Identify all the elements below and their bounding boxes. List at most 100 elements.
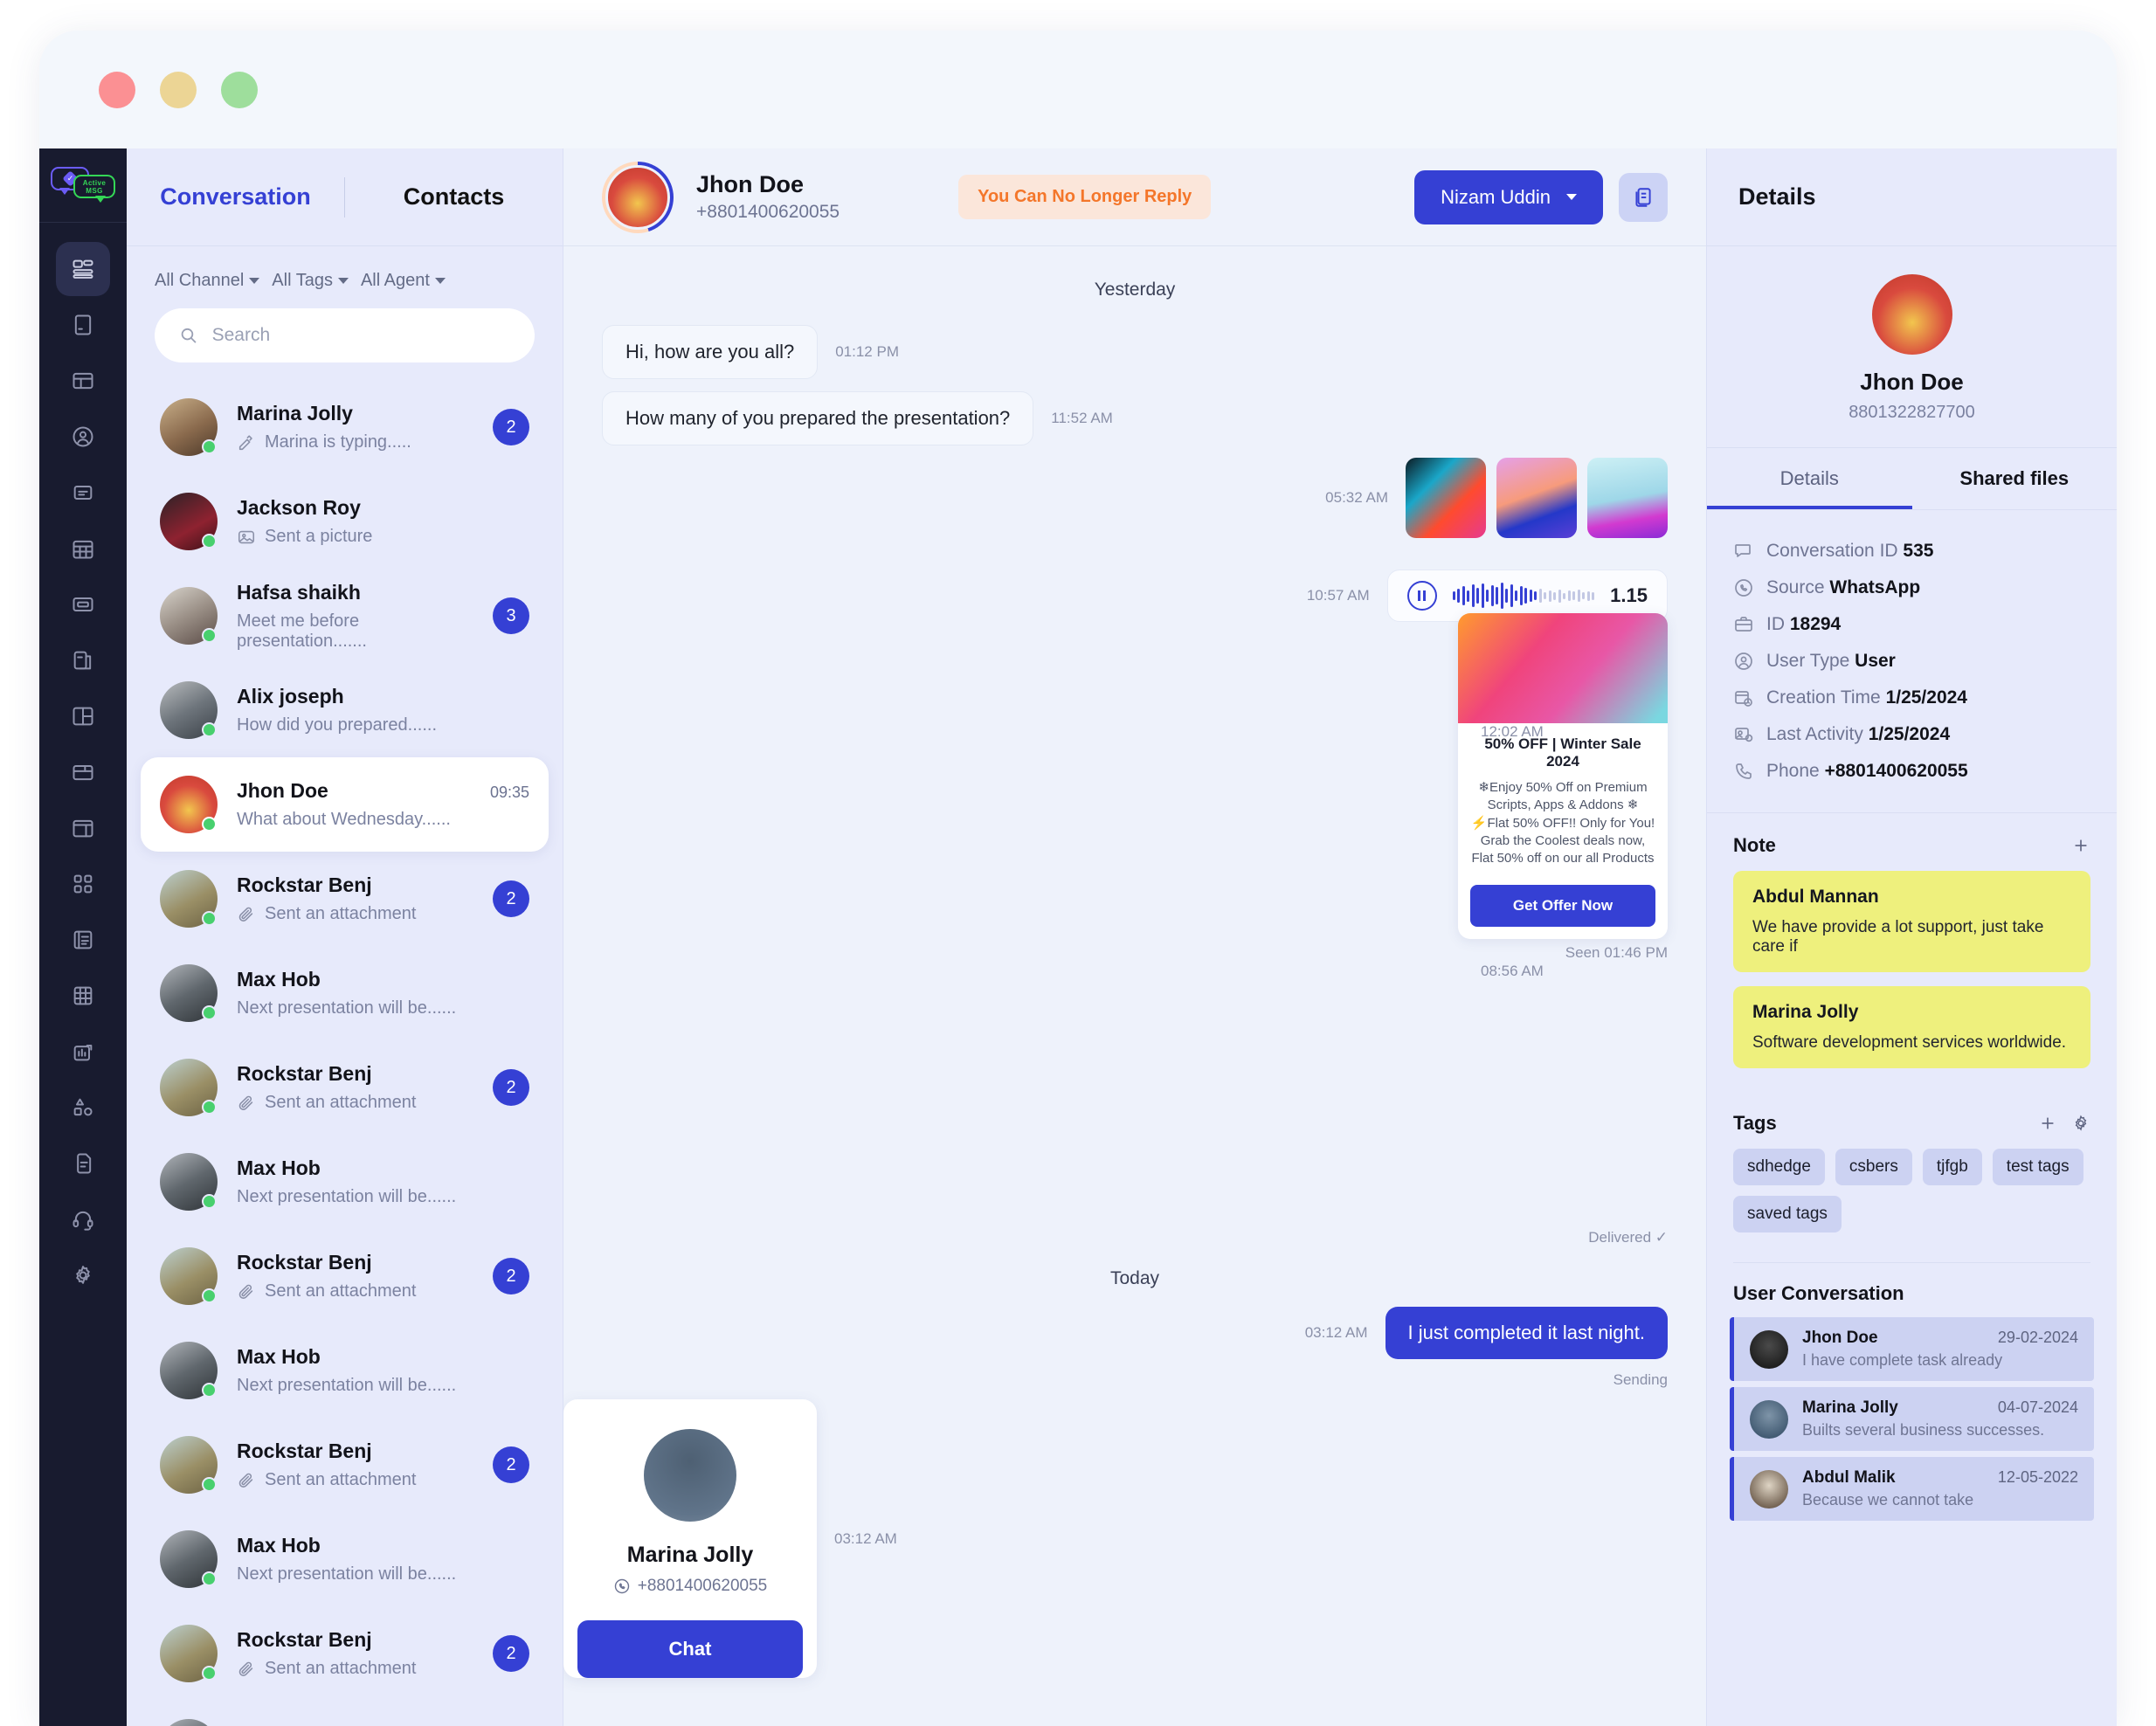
- bar-chart-icon: [73, 1045, 93, 1061]
- logo-text-line2: MSG: [86, 186, 103, 195]
- plus-icon[interactable]: [2071, 836, 2090, 855]
- sidebar-item-reports[interactable]: [56, 1025, 110, 1079]
- contact-vcard[interactable]: Marina Jolly +8801400620055 Chat: [563, 1399, 817, 1678]
- note-card[interactable]: Marina Jolly Software development servic…: [1733, 986, 2090, 1068]
- chevron-down-icon: [1566, 194, 1577, 200]
- note-card[interactable]: Abdul Mannan We have provide a lot suppo…: [1733, 871, 2090, 972]
- conversation-item[interactable]: Max Hob Next presentation will be......: [141, 946, 549, 1040]
- conversation-item[interactable]: Alix joseph How did you prepared......: [141, 663, 549, 757]
- tag-chip[interactable]: test tags: [1992, 1149, 2083, 1185]
- sidebar-item-apps[interactable]: [56, 857, 110, 911]
- search-input[interactable]: [211, 325, 510, 346]
- user-conversation-item[interactable]: Marina Jolly 04-07-2024 Builts several b…: [1730, 1387, 2094, 1451]
- search-box[interactable]: [155, 308, 535, 362]
- conversation-item[interactable]: Rockstar Benj Sent an attachment 2: [141, 852, 549, 946]
- detail-field-value: 1/25/2024: [1868, 724, 1951, 744]
- sidebar-item-support[interactable]: [56, 1192, 110, 1246]
- message-row-incoming: Hi, how are you all? 01:12 PM: [602, 325, 1668, 379]
- chat-contact-avatar[interactable]: [602, 161, 674, 233]
- sidebar-item-documents[interactable]: [56, 1136, 110, 1191]
- conversation-item-name: Rockstar Benj: [237, 1251, 372, 1274]
- conversation-item[interactable]: Rockstar Benj Sent an attachment 2: [141, 1229, 549, 1323]
- conversation-item-main: Max Hob Next presentation will be......: [237, 1534, 529, 1584]
- conversation-item-name: Rockstar Benj: [237, 1062, 372, 1085]
- maximize-traffic-light[interactable]: [221, 71, 258, 108]
- gallery-thumbnail[interactable]: [1496, 458, 1577, 538]
- waveform-bar: [1529, 590, 1532, 602]
- conversation-item[interactable]: Jhon Doe 09:35 What about Wednesday.....…: [141, 757, 549, 852]
- conversation-item[interactable]: Jackson Roy Sent a picture: [141, 474, 549, 569]
- close-traffic-light[interactable]: [99, 71, 135, 108]
- filter-all-agent[interactable]: All Agent: [361, 271, 446, 291]
- conversation-item[interactable]: Hafsa shaikh Meet me before presentation…: [141, 569, 549, 663]
- conversation-item[interactable]: Rockstar Benj Sent an attachment 2: [141, 1418, 549, 1512]
- tab-contacts[interactable]: Contacts: [345, 183, 563, 211]
- conversation-list[interactable]: Marina Jolly Marina is typing..... 2 Jac…: [127, 380, 563, 1726]
- filter-all-channel[interactable]: All Channel: [155, 271, 260, 291]
- sidebar-item-panels[interactable]: [56, 745, 110, 799]
- conversation-item[interactable]: Max Hob Next presentation will be......: [141, 1323, 549, 1418]
- sidebar-item-contacts[interactable]: [56, 410, 110, 464]
- gallery-thumbnail[interactable]: [1406, 458, 1486, 538]
- minimize-traffic-light[interactable]: [160, 71, 197, 108]
- waveform-bar: [1558, 589, 1561, 603]
- avatar: [160, 1625, 218, 1682]
- document-copy-button[interactable]: [1619, 172, 1668, 222]
- user-conversation-item[interactable]: Abdul Malik 12-05-2022 Because we cannot…: [1730, 1457, 2094, 1521]
- message-timestamp: 01:12 PM: [835, 343, 899, 360]
- conversation-item[interactable]: Rockstar Benj Sent an attachment 2: [141, 1606, 549, 1701]
- sidebar-item-layout[interactable]: [56, 689, 110, 743]
- tab-shared-files[interactable]: Shared files: [1912, 448, 2118, 509]
- gear-icon[interactable]: [2071, 1114, 2090, 1133]
- sidebar-item-dashboard[interactable]: [56, 242, 110, 296]
- chat-messages[interactable]: Yesterday Hi, how are you all? 01:12 PM …: [563, 246, 1706, 1726]
- pause-button[interactable]: [1406, 581, 1437, 611]
- tag-chip[interactable]: tjfgb: [1922, 1149, 1982, 1185]
- conversation-item[interactable]: Rockstar Benj Sent an attachment 2: [141, 1040, 549, 1135]
- sidebar-item-list[interactable]: [56, 913, 110, 967]
- paperclip-icon: [238, 1095, 253, 1110]
- sidebar-item-inbox[interactable]: [56, 298, 110, 352]
- user-conversation-list[interactable]: Jhon Doe 29-02-2024 I have complete task…: [1707, 1317, 2117, 1527]
- sidebar-item-table[interactable]: [56, 354, 110, 408]
- avatar: [160, 1153, 218, 1211]
- tab-conversation[interactable]: Conversation: [127, 183, 344, 211]
- sidebar-item-grid[interactable]: [56, 969, 110, 1023]
- layout-quad-icon: [73, 707, 93, 726]
- sidebar-item-calendar[interactable]: [56, 521, 110, 576]
- user-circle-icon: [73, 426, 93, 447]
- tag-chip[interactable]: sdhedge: [1733, 1149, 1825, 1185]
- filter-all-tags[interactable]: All Tags: [272, 271, 349, 291]
- sidebar-item-shapes[interactable]: [56, 1080, 110, 1135]
- promo-card-status: Seen 01:46 PM: [1565, 944, 1668, 962]
- online-indicator: [202, 534, 217, 549]
- conversation-item[interactable]: Marina Jolly Marina is typing..... 2: [141, 380, 549, 474]
- details-title: Details: [1707, 148, 2117, 246]
- user-conversation-item[interactable]: Jhon Doe 29-02-2024 I have complete task…: [1730, 1317, 2094, 1381]
- gallery-thumbnail[interactable]: [1587, 458, 1668, 538]
- tag-chip[interactable]: saved tags: [1733, 1196, 1842, 1232]
- image-gallery[interactable]: [1406, 458, 1668, 538]
- conversation-item[interactable]: Max Hob Next presentation will be......: [141, 1512, 549, 1606]
- user-conversation-title: User Conversation: [1733, 1282, 1904, 1304]
- tab-details[interactable]: Details: [1707, 448, 1912, 509]
- get-offer-button[interactable]: Get Offer Now: [1470, 885, 1655, 928]
- conversation-item[interactable]: Max Hob: [141, 1701, 549, 1726]
- tag-chip[interactable]: csbers: [1835, 1149, 1912, 1185]
- app-logo[interactable]: ✓ Active MSG: [39, 148, 127, 223]
- sidebar-item-sidebar[interactable]: [56, 801, 110, 855]
- waveform-bar: [1582, 592, 1586, 599]
- window-titlebar: [39, 31, 2117, 148]
- audio-waveform[interactable]: [1452, 581, 1595, 611]
- plus-icon[interactable]: [2038, 1114, 2057, 1133]
- sidebar-item-files[interactable]: [56, 633, 110, 687]
- sidebar-item-window[interactable]: [56, 577, 110, 632]
- conversation-item[interactable]: Max Hob Next presentation will be......: [141, 1135, 549, 1229]
- agent-selector-button[interactable]: Nizam Uddin: [1414, 169, 1603, 224]
- sidebar-item-settings[interactable]: [56, 1248, 110, 1302]
- vcard-chat-button[interactable]: Chat: [577, 1620, 803, 1678]
- promo-card-text: ❄Enjoy 50% Off on Premium Scripts, Apps …: [1470, 780, 1655, 866]
- promo-card[interactable]: 50% OFF | Winter Sale 2024 ❄Enjoy 50% Of…: [1458, 613, 1668, 940]
- sidebar-item-notes[interactable]: [56, 466, 110, 520]
- conversation-item-main: Hafsa shaikh Meet me before presentation…: [237, 581, 473, 652]
